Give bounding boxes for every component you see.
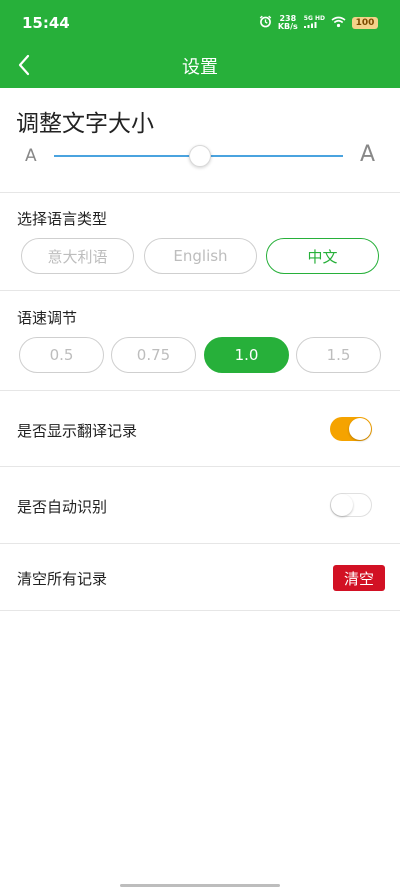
small-font-icon: A	[25, 146, 37, 166]
divider	[0, 290, 400, 291]
auto-recognize-toggle[interactable]	[330, 493, 372, 517]
auto-recognize-label: 是否自动识别	[17, 498, 108, 516]
clear-button[interactable]: 清空	[333, 565, 385, 591]
language-option-english[interactable]: English	[144, 238, 257, 274]
network-speed-unit: KB/s	[277, 21, 298, 31]
clear-records-label: 清空所有记录	[17, 570, 108, 588]
signal-icon	[303, 22, 317, 28]
show-history-label: 是否显示翻译记录	[17, 422, 138, 440]
speech-rate-option-0-75[interactable]: 0.75	[111, 337, 196, 373]
speech-rate-label: 语速调节	[17, 309, 78, 327]
network-speed: 238 KB/s	[277, 14, 298, 31]
network-type: 5G HD	[303, 15, 325, 30]
page-title: 设置	[182, 57, 218, 78]
network-type-label: 5G HD	[303, 15, 325, 22]
language-option-chinese[interactable]: 中文	[266, 238, 379, 274]
wifi-icon	[331, 13, 346, 32]
font-size-title: 调整文字大小	[16, 111, 154, 137]
divider	[0, 610, 400, 611]
speech-rate-option-0-5[interactable]: 0.5	[19, 337, 104, 373]
speech-rate-option-1-5[interactable]: 1.5	[296, 337, 381, 373]
app-header: 15:44 238 KB/s 5G HD 100 设置	[0, 0, 400, 88]
divider	[0, 192, 400, 193]
language-option-italian[interactable]: 意大利语	[21, 238, 134, 274]
divider	[0, 543, 400, 544]
speech-rate-option-1-0[interactable]: 1.0	[204, 337, 289, 373]
font-size-slider-thumb[interactable]	[188, 145, 211, 167]
large-font-icon: A	[359, 142, 375, 167]
status-time: 15:44	[22, 14, 70, 32]
show-history-toggle[interactable]	[330, 417, 372, 441]
language-label: 选择语言类型	[17, 210, 108, 228]
toggle-knob	[331, 494, 353, 516]
status-icons: 238 KB/s 5G HD 100	[259, 13, 378, 32]
battery-indicator: 100	[352, 16, 378, 29]
divider	[0, 390, 400, 391]
divider	[0, 466, 400, 467]
alarm-icon	[259, 13, 272, 32]
home-indicator[interactable]	[120, 884, 280, 887]
toggle-knob	[349, 418, 371, 440]
